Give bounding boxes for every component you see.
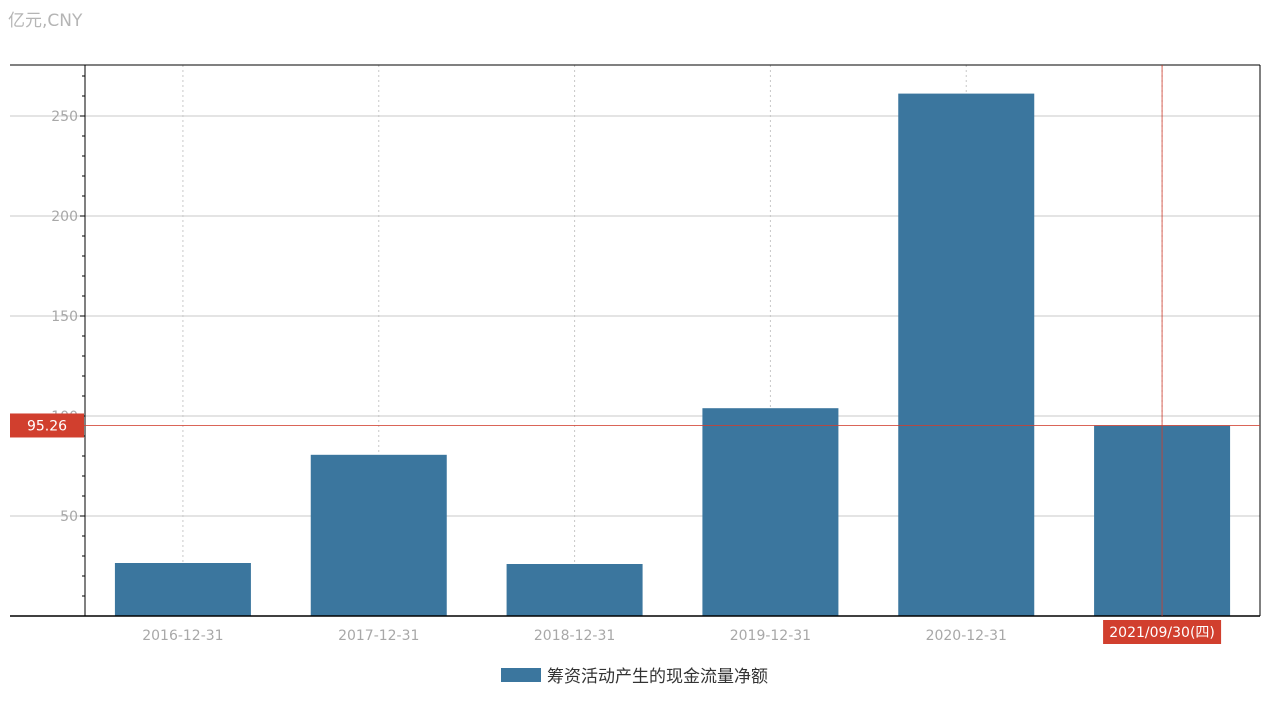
legend-swatch [501, 667, 541, 682]
x-tick-label: 2020-12-31 [926, 628, 1007, 644]
y-tick-label: 50 [60, 509, 78, 525]
bars [114, 93, 1231, 617]
x-tick-label: 2016-12-31 [142, 628, 223, 644]
y-tick-label: 150 [51, 309, 78, 325]
y-tick-label: 200 [51, 209, 78, 225]
bar-2017-12-31 [310, 454, 447, 616]
bar-2020-12-31 [898, 93, 1035, 617]
cursor-x-value: 2021/09/30(四) [1109, 625, 1215, 641]
bar-chart[interactable]: 501001502002502016-12-312017-12-312018-1… [0, 0, 1269, 660]
crosshair-cursor: 95.26 2021/09/30(四) [10, 65, 1260, 644]
bar-2018-12-31 [506, 564, 643, 616]
y-tick-label: 250 [51, 109, 78, 125]
x-tick-label: 2018-12-31 [534, 628, 615, 644]
x-tick-label: 2019-12-31 [730, 628, 811, 644]
legend-series-label: 筹资活动产生的现金流量净额 [547, 667, 768, 687]
cursor-y-value: 95.26 [27, 418, 67, 434]
legend[interactable]: 筹资活动产生的现金流量净额 [0, 662, 1269, 687]
bar-2019-12-31 [702, 408, 839, 616]
x-tick-label: 2017-12-31 [338, 628, 419, 644]
bar-2016-12-31 [114, 563, 251, 616]
grid-lines [10, 65, 1260, 616]
axes: 501001502002502016-12-312017-12-312018-1… [10, 64, 1261, 644]
